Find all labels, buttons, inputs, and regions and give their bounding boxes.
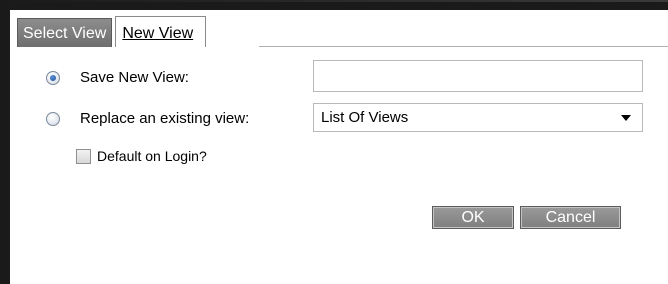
default-login-row: Default on Login?: [76, 148, 207, 164]
replace-view-label: Replace an existing view:: [80, 110, 250, 127]
tab-new-view[interactable]: New View: [115, 16, 207, 47]
save-new-view-label: Save New View:: [80, 69, 189, 86]
replace-view-radio[interactable]: [46, 111, 60, 126]
dropdown-selected-value: List Of Views: [321, 109, 409, 126]
ok-button[interactable]: OK: [432, 206, 514, 229]
tab-select-view[interactable]: Select View: [17, 18, 113, 47]
cancel-button[interactable]: Cancel: [520, 206, 621, 229]
new-view-name-input[interactable]: [313, 60, 643, 92]
tab-bar: Select View New View: [17, 16, 207, 47]
replace-view-row: Replace an existing view:: [46, 110, 249, 127]
existing-views-dropdown[interactable]: List Of Views: [313, 103, 643, 132]
save-new-view-row: Save New View:: [46, 69, 189, 86]
default-login-label: Default on Login?: [97, 148, 207, 164]
default-login-checkbox[interactable]: [76, 148, 91, 164]
tab-divider: [259, 46, 668, 47]
save-new-view-radio[interactable]: [46, 70, 60, 85]
chevron-down-icon: [621, 114, 631, 121]
